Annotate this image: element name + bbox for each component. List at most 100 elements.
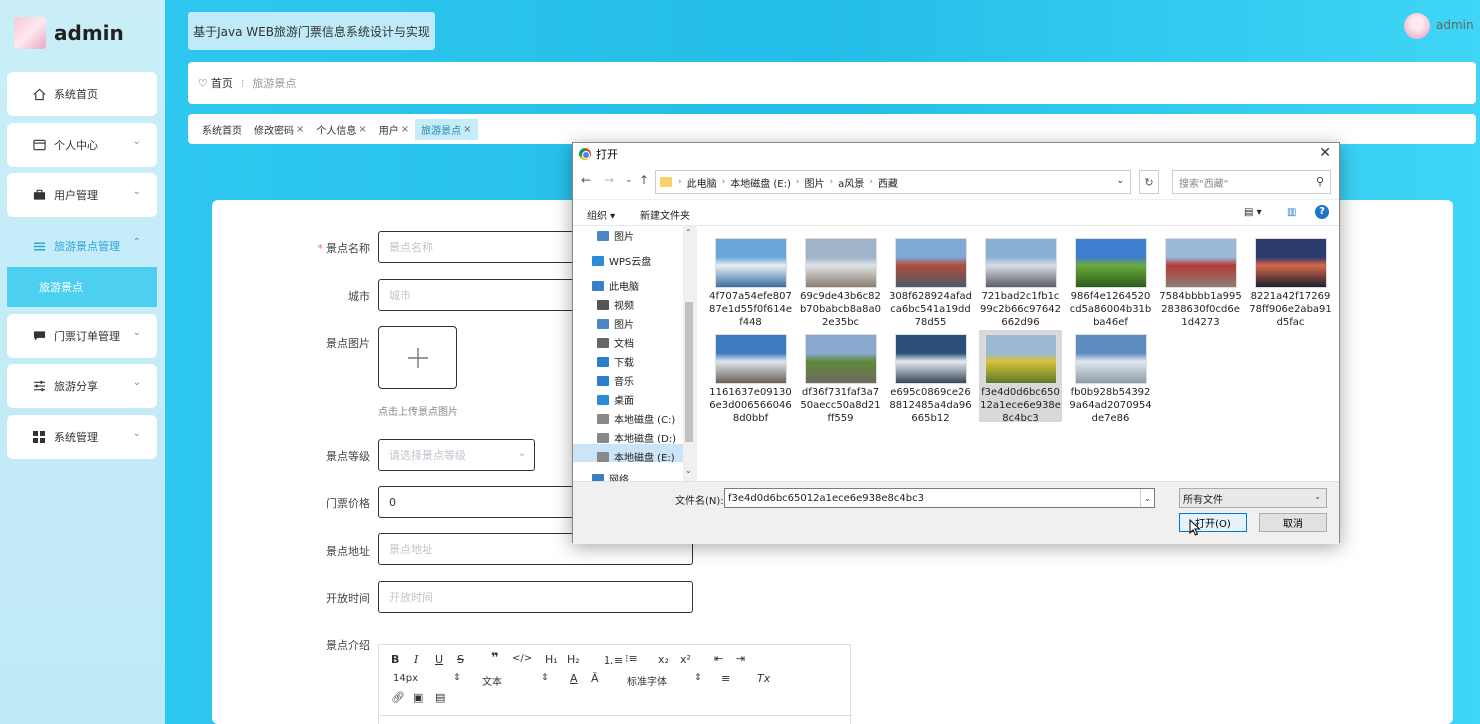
close-icon[interactable]: ×	[463, 124, 471, 135]
refresh-button[interactable]: ↻	[1139, 170, 1159, 194]
file-item[interactable]: fb0b928b543929a64ad2070954de7e86	[1069, 330, 1152, 424]
user-name[interactable]: admin	[1436, 18, 1474, 32]
back-arrow-icon[interactable]: ←	[581, 173, 591, 187]
forward-arrow-icon[interactable]: →	[604, 173, 614, 187]
indent-icon[interactable]: ⇥	[736, 652, 745, 665]
nav-item-disk[interactable]: 本地磁盘 (E:)	[597, 449, 675, 464]
code-icon[interactable]: </>	[512, 653, 532, 664]
file-item[interactable]: f3e4d0d6bc65012a1ece6e938e8c4bc3	[979, 330, 1062, 424]
header-select[interactable]: 文本	[482, 673, 502, 688]
ordered-list-icon[interactable]: ⒈≡	[603, 652, 623, 668]
tag-change-password[interactable]: 修改密码 ×	[248, 119, 310, 140]
close-icon[interactable]: ×	[358, 124, 366, 135]
tag-home[interactable]: 系统首页	[196, 119, 248, 140]
breadcrumb-home[interactable]: 首页	[211, 75, 233, 91]
preview-pane-icon[interactable]: ▥	[1287, 207, 1296, 218]
file-item[interactable]: e695c0869ce268812485a4da96665b12	[889, 330, 972, 424]
subscript-icon[interactable]: x₂	[658, 653, 669, 666]
tag-personal-info[interactable]: 个人信息 ×	[310, 119, 372, 140]
nav-item-disk[interactable]: 本地磁盘 (C:)	[597, 411, 675, 426]
close-icon[interactable]: ✕	[1319, 145, 1331, 161]
chevron-down-icon[interactable]: ⌄	[1140, 489, 1154, 507]
menu-travel-share[interactable]: 旅游分享 ⌄	[7, 364, 157, 408]
chevron-down-icon[interactable]: ⌄	[1116, 176, 1124, 186]
clear-format-icon[interactable]: Tx	[757, 672, 770, 685]
bullet-list-icon[interactable]: ⁝≡	[625, 652, 638, 665]
align-icon[interactable]: ≡	[721, 672, 730, 685]
font-family-select[interactable]: 标准字体	[627, 673, 667, 688]
file-item[interactable]: 4f707a54efe80787e1d55f0f614ef448	[709, 234, 792, 328]
menu-personal-center[interactable]: 个人中心 ⌄	[7, 123, 157, 167]
nav-item-disk[interactable]: 本地磁盘 (D:)	[597, 430, 676, 445]
nav-item-cloud[interactable]: WPS云盘	[592, 253, 651, 268]
nav-item-pic[interactable]: 图片	[597, 228, 634, 243]
video-icon	[597, 299, 609, 310]
nav-item-doc[interactable]: 文档	[597, 335, 634, 350]
scrollbar-thumb[interactable]	[685, 302, 693, 442]
nav-item-music[interactable]: 音乐	[597, 373, 634, 388]
nav-item-desk[interactable]: 桌面	[597, 392, 634, 407]
filename-input[interactable]: f3e4d0d6bc65012a1ece6e938e8c4bc3 ⌄	[724, 488, 1155, 508]
rich-text-editor[interactable]: B I U S ❞ </> H₁ H₂ ⒈≡ ⁝≡ x₂ x² ⇤ ⇥ 14px…	[378, 644, 852, 724]
file-item[interactable]: 8221a42f1726978ff906e2aba91d5fac	[1249, 234, 1332, 328]
nav-item-down[interactable]: 下载	[597, 354, 634, 369]
menu-ticket-orders[interactable]: 门票订单管理 ⌄	[7, 314, 157, 358]
address-bar[interactable]: › 此电脑 › 本地磁盘 (E:) › 图片 › a风景 › 西藏 ⌄	[655, 170, 1131, 194]
cancel-button[interactable]: 取消	[1259, 513, 1327, 532]
user-avatar[interactable]	[1404, 13, 1430, 39]
level-select[interactable]: 请选择景点等级 ⌄	[378, 439, 535, 471]
menu-attraction-management[interactable]: 旅游景点管理 ⌃	[7, 224, 157, 268]
file-item[interactable]: 69c9de43b6c82b70babcb8a8a02e35bc	[799, 234, 882, 328]
tag-users[interactable]: 用户 ×	[373, 119, 415, 140]
tag-attractions[interactable]: 旅游景点 ×	[415, 118, 478, 140]
recent-dropdown-icon[interactable]: ⌄	[625, 175, 633, 185]
file-item[interactable]: df36f731faf3a750aecc50a8d21ff559	[799, 330, 882, 424]
path-segment[interactable]: 此电脑	[687, 175, 717, 190]
open-time-input[interactable]: 开放时间	[378, 581, 693, 613]
file-name: 4f707a54efe80787e1d55f0f614ef448	[709, 291, 792, 328]
search-input[interactable]: 搜索"西藏" ⚲	[1172, 170, 1331, 194]
italic-icon[interactable]: I	[414, 653, 418, 666]
file-item[interactable]: 721bad2c1fb1c99c2b66c97642662d96	[979, 234, 1062, 328]
path-segment[interactable]: 本地磁盘 (E:)	[730, 175, 791, 190]
bold-icon[interactable]: B	[391, 653, 399, 666]
heading2-icon[interactable]: H₂	[567, 653, 580, 666]
nav-item-net[interactable]: 网络	[592, 471, 629, 481]
menu-home[interactable]: 系统首页	[7, 72, 157, 116]
new-folder-button[interactable]: 新建文件夹	[640, 207, 690, 222]
video-icon[interactable]: ▤	[435, 691, 445, 704]
close-icon[interactable]: ×	[401, 124, 409, 135]
background-color-icon[interactable]: Ā	[591, 672, 599, 685]
font-size-select[interactable]: 14px	[393, 673, 418, 684]
image-icon[interactable]: ▣	[413, 691, 423, 704]
nav-item-pc[interactable]: 此电脑	[592, 278, 639, 293]
up-arrow-icon[interactable]: ↑	[639, 173, 649, 187]
submenu-attractions[interactable]: 旅游景点	[7, 267, 157, 307]
file-item[interactable]: 1161637e091306e3d0065660468d0bbf	[709, 330, 792, 424]
file-item[interactable]: 308f628924afadca6bc541a19dd78d55	[889, 234, 972, 328]
nav-item-video[interactable]: 视频	[597, 297, 634, 312]
close-icon[interactable]: ×	[296, 124, 304, 135]
strike-icon[interactable]: S	[457, 653, 464, 666]
image-upload[interactable]	[378, 326, 457, 389]
nav-item-pic[interactable]: 图片	[597, 316, 634, 331]
heading1-icon[interactable]: H₁	[545, 653, 558, 666]
view-options-icon[interactable]: ▤ ▾	[1244, 207, 1262, 218]
organize-button[interactable]: 组织 ▾	[587, 207, 615, 222]
superscript-icon[interactable]: x²	[680, 653, 691, 666]
outdent-icon[interactable]: ⇤	[714, 652, 723, 665]
path-segment[interactable]: 西藏	[878, 175, 898, 190]
link-icon[interactable]: 🔗︎	[391, 691, 405, 704]
help-icon[interactable]: ?	[1315, 205, 1329, 219]
menu-user-management[interactable]: 用户管理 ⌄	[7, 173, 157, 217]
filetype-select[interactable]: 所有文件 ⌄	[1179, 488, 1327, 508]
nav-scrollbar[interactable]: ⌃ ⌄	[683, 226, 695, 481]
quote-icon[interactable]: ❞	[491, 651, 499, 666]
font-color-icon[interactable]: A	[570, 672, 578, 685]
path-segment[interactable]: 图片	[805, 175, 825, 190]
file-item[interactable]: 986f4e1264520cd5a86004b31bba46ef	[1069, 234, 1152, 328]
underline-icon[interactable]: U	[435, 653, 443, 666]
file-item[interactable]: 7584bbbb1a9952838630f0cd6e1d4273	[1159, 234, 1242, 328]
menu-system-management[interactable]: 系统管理 ⌄	[7, 415, 157, 459]
path-segment[interactable]: a风景	[838, 175, 864, 190]
